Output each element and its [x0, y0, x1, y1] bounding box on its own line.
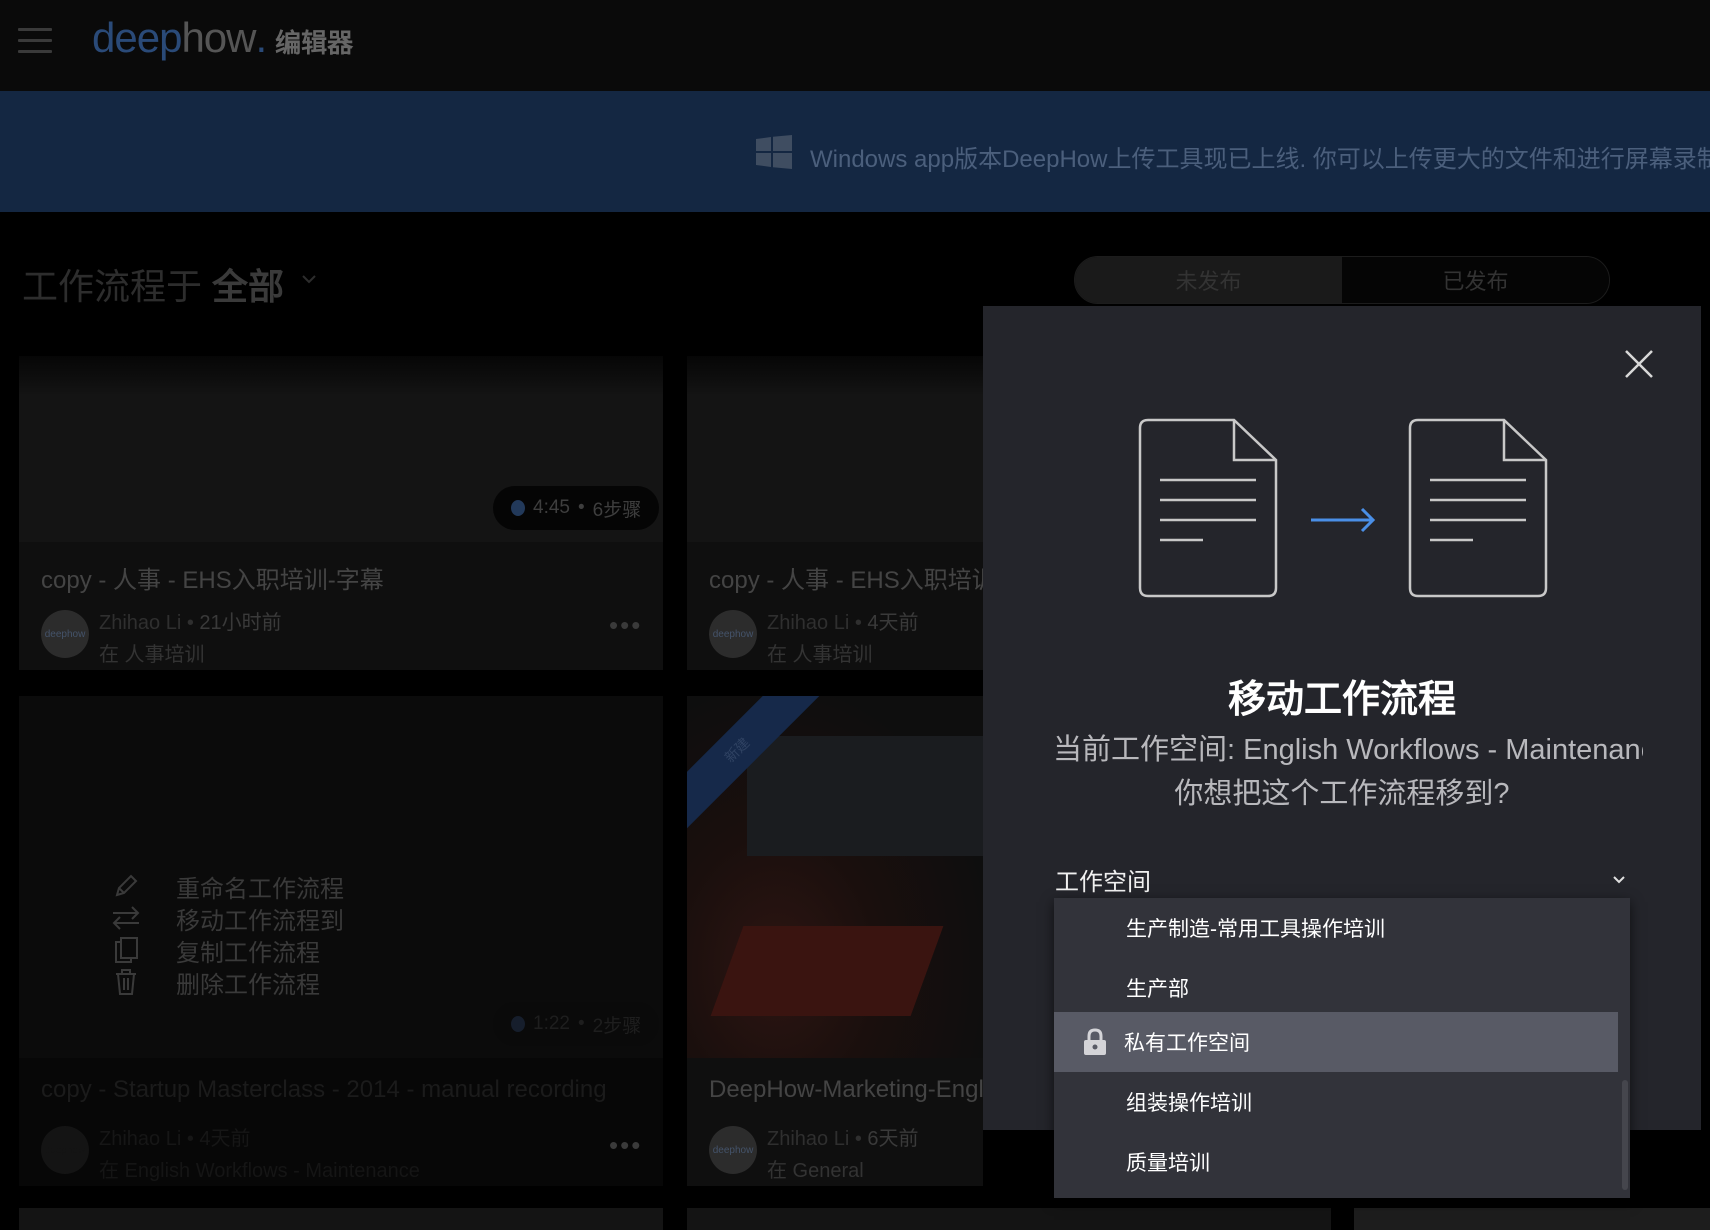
steps-count: 6步骤 — [592, 499, 642, 521]
avatar: deephow — [41, 610, 89, 658]
avatar: deephow — [709, 610, 757, 658]
card-author-time: Zhihao Li • 4天前 — [767, 612, 919, 634]
duration-value: 4:45 — [533, 497, 570, 518]
card-author-time: Zhihao Li • 6天前 — [767, 1128, 919, 1150]
workspace-option-label: 私有工作空间 — [1124, 1032, 1250, 1055]
card-time: 21小时前 — [199, 612, 282, 634]
avatar: deephow — [41, 1126, 89, 1174]
card-author: Zhihao Li — [99, 1128, 182, 1150]
workflow-card-partial[interactable] — [1354, 1208, 1710, 1230]
card-title[interactable]: copy - 人事 - EHS入职培训 — [709, 560, 983, 595]
workspace-option-label: 生产部 — [1126, 978, 1189, 1001]
workflow-card[interactable]: 新建 DeepHow-Marketing-English deephow Zhi… — [687, 696, 983, 1186]
card-time: 6天前 — [867, 1128, 919, 1150]
menu-item-rename[interactable]: 重命名工作流程 — [110, 870, 344, 903]
publish-toggle: 未发布 已发布 — [1074, 256, 1610, 304]
context-menu: 重命名工作流程 移动工作流程到 复制工作流程 删除工作流程 — [110, 870, 344, 999]
workspace-option-label: 生产制造-常用工具操作培训 — [1126, 918, 1385, 941]
tab-unpublished[interactable]: 未发布 — [1075, 257, 1342, 303]
move-document-icon — [1138, 418, 1548, 598]
dialog-question: 你想把这个工作流程移到? — [1174, 778, 1510, 810]
close-icon[interactable] — [1623, 348, 1655, 380]
windows-icon — [756, 135, 792, 169]
card-location: 在 General — [767, 1160, 864, 1182]
card-location: 在 人事培训 — [767, 644, 873, 666]
more-options-icon[interactable]: ••• — [609, 610, 642, 641]
card-thumbnail[interactable]: 4:45 • 6步骤 — [19, 356, 663, 542]
stopwatch-icon — [511, 500, 525, 516]
card-author: Zhihao Li — [99, 612, 182, 634]
stopwatch-icon — [511, 1016, 525, 1032]
card-location: 在 人事培训 — [99, 644, 205, 666]
workflow-card-partial[interactable] — [687, 1208, 1331, 1230]
lock-icon — [1084, 1028, 1106, 1055]
logo-how: how — [181, 14, 256, 61]
workflow-card[interactable]: 4:45 • 6步骤 copy - 人事 - EHS入职培训-字幕 deepho… — [19, 356, 663, 670]
chevron-down-icon[interactable] — [300, 270, 318, 288]
chevron-down-icon[interactable] — [1611, 872, 1627, 888]
avatar: deephow — [709, 1126, 757, 1174]
card-author: Zhihao Li — [767, 1128, 850, 1150]
workspace-option[interactable]: 质量培训 — [1054, 1132, 1618, 1192]
card-author: Zhihao Li — [767, 612, 850, 634]
logo-editor-label: 编辑器 — [275, 28, 354, 58]
workspace-option[interactable]: 生产制造-常用工具操作培训 — [1054, 898, 1618, 958]
logo-dot: . — [255, 14, 268, 61]
card-thumbnail[interactable] — [687, 356, 983, 542]
page-title-scope[interactable]: 全部 — [212, 266, 284, 307]
card-author-time: Zhihao Li • 4天前 — [99, 1128, 251, 1150]
workspace-option-label: 质量培训 — [1126, 1152, 1210, 1175]
card-time: 4天前 — [199, 1128, 251, 1150]
dropdown-scrollbar[interactable] — [1622, 1080, 1628, 1190]
card-title[interactable]: DeepHow-Marketing-English — [709, 1076, 983, 1104]
logo-deep: deep — [92, 14, 182, 61]
menu-item-label: 移动工作流程到 — [176, 907, 344, 935]
duration-badge: 1:22 • 2步骤 — [493, 1002, 660, 1046]
menu-item-delete[interactable]: 删除工作流程 — [110, 966, 344, 999]
workspace-dropdown: 生产制造-常用工具操作培训 生产部 私有工作空间 组装操作培训 质量培训 — [1054, 898, 1630, 1198]
steps-count: 2步骤 — [592, 1015, 642, 1037]
card-location: 在 English Workflows - Maintenance — [99, 1160, 420, 1182]
pencil-icon — [110, 872, 142, 900]
menu-item-move[interactable]: 移动工作流程到 — [110, 902, 344, 935]
copy-icon — [110, 936, 142, 964]
card-time: 4天前 — [867, 612, 919, 634]
duration-badge: 4:45 • 6步骤 — [493, 486, 660, 530]
card-thumbnail[interactable]: 新建 — [687, 696, 983, 1058]
workspace-option[interactable]: 组装操作培训 — [1054, 1072, 1618, 1132]
page-title: 工作流程于 全部 — [22, 258, 284, 310]
current-workspace-text: 当前工作空间: English Workflows - Maintenance — [1053, 734, 1643, 766]
card-title[interactable]: copy - Startup Masterclass - 2014 - manu… — [41, 1076, 607, 1104]
logo[interactable]: deep how . 编辑器 — [92, 14, 353, 62]
menu-item-label: 删除工作流程 — [176, 971, 320, 999]
trash-icon — [110, 968, 142, 996]
workflow-card[interactable]: copy - 人事 - EHS入职培训 deephow Zhihao Li • … — [687, 356, 983, 670]
dialog-title: 移动工作流程 — [1227, 679, 1456, 721]
card-title[interactable]: copy - 人事 - EHS入职培训-字幕 — [41, 560, 384, 595]
workspace-option-label: 组装操作培训 — [1126, 1092, 1252, 1115]
announcement-banner: Windows app版本DeepHow上传工具现已上线. 你可以上传更大的文件… — [0, 91, 1710, 212]
menu-item-copy[interactable]: 复制工作流程 — [110, 934, 344, 967]
workflow-card-partial[interactable] — [19, 1208, 663, 1230]
workspace-select-label[interactable]: 工作空间 — [1055, 862, 1151, 897]
banner-text[interactable]: Windows app版本DeepHow上传工具现已上线. 你可以上传更大的文件… — [810, 139, 1710, 174]
duration-value: 1:22 — [533, 1013, 570, 1034]
menu-item-label: 复制工作流程 — [176, 939, 320, 967]
more-options-icon[interactable]: ••• — [609, 1130, 642, 1161]
workspace-option[interactable]: 生产部 — [1054, 958, 1618, 1018]
top-bar: deep how . 编辑器 — [0, 0, 1710, 91]
workspace-option-selected[interactable]: 私有工作空间 — [1054, 1012, 1618, 1072]
swap-arrows-icon — [110, 904, 142, 932]
card-author-time: Zhihao Li • 21小时前 — [99, 612, 282, 634]
tab-published[interactable]: 已发布 — [1342, 257, 1609, 303]
page-title-prefix: 工作流程于 — [22, 266, 203, 307]
hamburger-icon[interactable] — [18, 28, 52, 54]
menu-item-label: 重命名工作流程 — [176, 875, 344, 903]
